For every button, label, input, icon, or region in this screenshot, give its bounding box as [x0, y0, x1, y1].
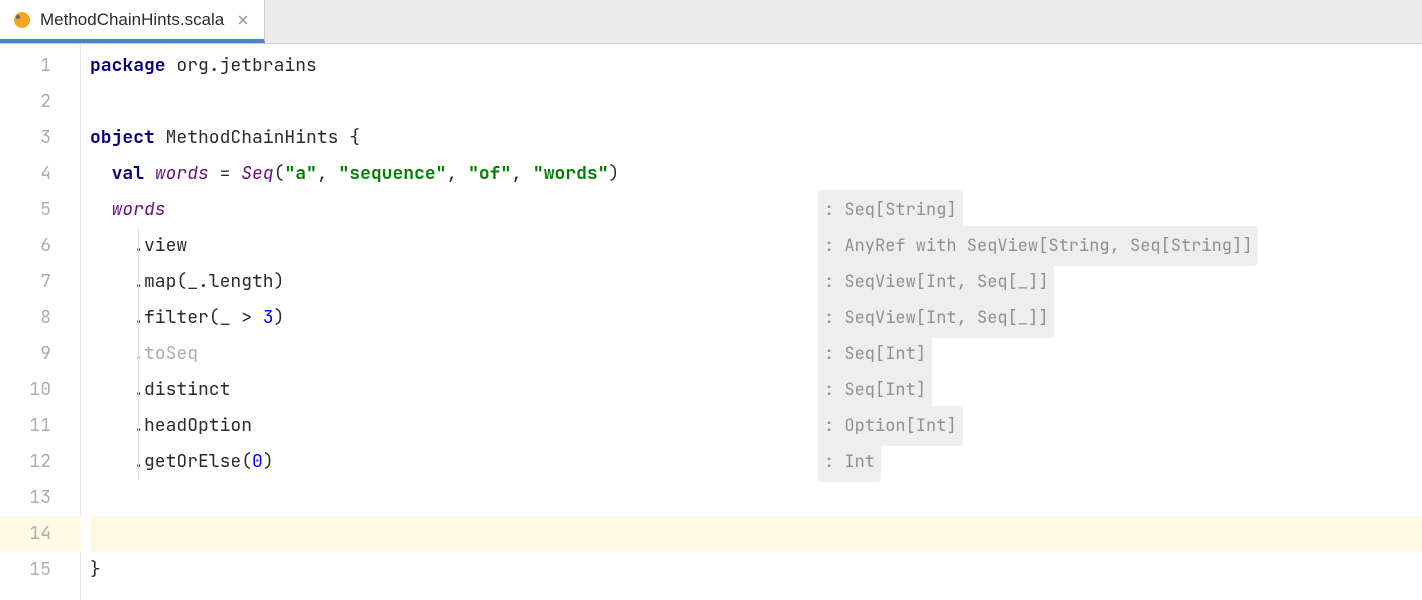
code-line: .filter(_ > 3) : SeqView[Int, Seq[_]] — [90, 300, 1422, 336]
code-line: .headOption : Option[Int] — [90, 408, 1422, 444]
code-line: .getOrElse(0) : Int — [90, 444, 1422, 480]
line-number[interactable]: 7 — [0, 264, 81, 300]
code-line: val words = Seq("a", "sequence", "of", "… — [90, 156, 1422, 192]
code-line: package org.jetbrains — [90, 48, 1422, 84]
line-number[interactable]: 9 — [0, 336, 81, 372]
type-hint: : AnyRef with SeqView[String, Seq[String… — [818, 226, 1258, 266]
tab-filename: MethodChainHints.scala — [40, 10, 224, 30]
line-number[interactable]: 15 — [0, 552, 81, 588]
gutter: 1 2 3 4 5 6 7 8 9 10 11 12 13 14 15 — [0, 44, 82, 600]
line-number[interactable]: 13 — [0, 480, 81, 516]
line-number[interactable]: 12 — [0, 444, 81, 480]
code-line — [90, 480, 1422, 516]
line-number[interactable]: 2 — [0, 84, 81, 120]
code-line: .distinct : Seq[Int] — [90, 372, 1422, 408]
line-number[interactable]: 6 — [0, 228, 81, 264]
code-line: words : Seq[String] — [90, 192, 1422, 228]
code-line: .map(_.length) : SeqView[Int, Seq[_]] — [90, 264, 1422, 300]
code-line — [90, 84, 1422, 120]
type-hint: : Seq[Int] — [818, 370, 932, 410]
line-number[interactable]: 4 — [0, 156, 81, 192]
scala-file-icon — [12, 10, 32, 30]
type-hint: : Seq[String] — [818, 190, 963, 230]
line-number[interactable]: 1 — [0, 48, 81, 84]
code-line: object MethodChainHints { — [90, 120, 1422, 156]
code-area[interactable]: package org.jetbrains object MethodChain… — [82, 44, 1422, 600]
line-number[interactable]: 8 — [0, 300, 81, 336]
type-hint: : Seq[Int] — [818, 334, 932, 374]
type-hint: : Int — [818, 442, 881, 482]
code-line: .toSeq : Seq[Int] — [90, 336, 1422, 372]
tab-bar: MethodChainHints.scala — [0, 0, 1422, 44]
type-hint: : SeqView[Int, Seq[_]] — [818, 298, 1054, 338]
code-line: } — [90, 552, 1422, 588]
type-hint: : Option[Int] — [818, 406, 963, 446]
line-number[interactable]: 5 — [0, 192, 81, 228]
code-line: .view : AnyRef with SeqView[String, Seq[… — [90, 228, 1422, 264]
editor-area: 1 2 3 4 5 6 7 8 9 10 11 12 13 14 15 pack… — [0, 44, 1422, 600]
type-hint: : SeqView[Int, Seq[_]] — [818, 262, 1054, 302]
close-icon[interactable] — [236, 13, 250, 27]
line-number[interactable]: 3 — [0, 120, 81, 156]
code-line[interactable] — [90, 516, 1422, 552]
line-number[interactable]: 14 — [0, 516, 81, 552]
editor-tab[interactable]: MethodChainHints.scala — [0, 0, 265, 43]
line-number[interactable]: 11 — [0, 408, 81, 444]
line-number[interactable]: 10 — [0, 372, 81, 408]
